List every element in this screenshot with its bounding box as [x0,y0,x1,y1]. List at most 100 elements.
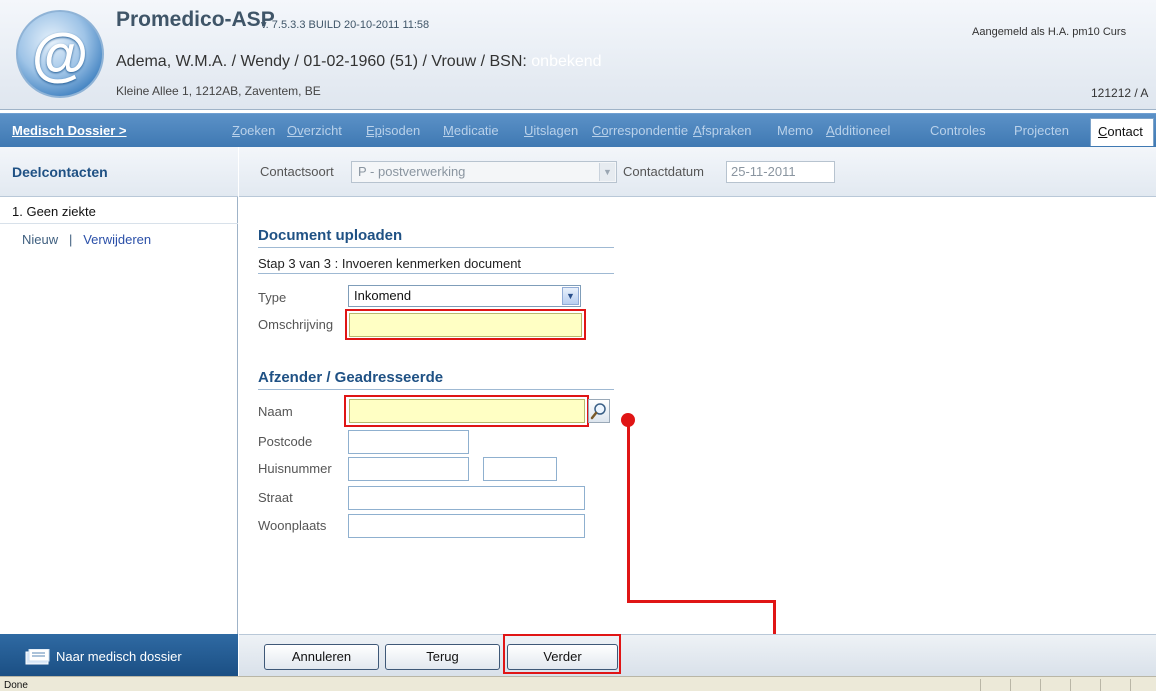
new-link[interactable]: Nieuw [22,232,58,247]
tab-contact-key: C [1098,124,1108,139]
app-version: v. 7.5.3.3 BUILD 20-10-2011 11:58 [261,19,430,31]
nav-medicatie[interactable]: Medicatie [443,123,499,138]
patient-address: Kleine Allee 1, 1212AB, Zaventem, BE [116,84,321,98]
nav-afspraken-label: fspraken [701,123,752,138]
section-divider [258,273,614,274]
status-separator [1100,679,1101,691]
step-indicator: Stap 3 van 3 : Invoeren kenmerken docume… [258,256,522,271]
naam-label: Naam [258,404,293,419]
huisnummer-toevoeging-input[interactable] [483,457,557,481]
left-panel-header: Deelcontacten [0,147,238,197]
nav-afspraken-key: A [693,123,702,138]
nav-zoeken-key: Z [232,123,240,138]
type-select[interactable]: Inkomend ▼ [348,285,581,307]
contactsoort-value: P - postverwerking [358,164,466,179]
huisnummer-label: Huisnummer [258,461,332,476]
app-title: Promedico-ASP [116,8,275,31]
search-icon [590,403,606,420]
left-actions: Nieuw | Verwijderen [22,232,151,247]
nav-uitslagen-label: itslagen [533,123,579,138]
patient-main: Adema, W.M.A. / Wendy / 01-02-1960 (51) … [116,53,532,70]
nav-overzicht-key: Ov [287,123,304,138]
chevron-down-icon: ▼ [599,163,615,181]
highlight-next [503,634,621,674]
nav-controles[interactable]: Controles [930,123,986,138]
naam-search-button[interactable] [588,399,610,423]
status-separator [980,679,981,691]
section-divider [258,389,614,390]
action-bar: Annuleren Terug Verder [239,634,1156,676]
back-button[interactable]: Terug [385,644,500,670]
tab-contact[interactable]: Contact [1090,118,1154,146]
main-navigation: Medisch Dossier > Zoeken Overzicht Episo… [0,113,1156,147]
straat-input[interactable] [348,486,585,510]
tab-contact-label: ontact [1107,124,1143,139]
omschrijving-label: Omschrijving [258,317,334,332]
section-document-uploaden: Document uploaden [258,227,403,244]
patient-code: 121212 / A [1091,86,1149,100]
logged-in-user: Aangemeld als H.A. pm10 Curs [972,26,1127,38]
nav-correspondentie-label: rrespondentie [608,123,689,138]
annotation-line [627,600,776,603]
woonplaats-label: Woonplaats [258,518,327,533]
nav-overzicht-label: erzicht [303,123,342,138]
nav-projecten[interactable]: Projecten [1014,123,1069,138]
delete-link[interactable]: Verwijderen [83,232,151,247]
contactdatum-field: 25-11-2011 [726,161,835,183]
nav-medicatie-key: M [443,123,454,138]
contactdatum-label: Contactdatum [623,164,704,179]
nav-episoden-label: isoden [381,123,421,138]
type-label: Type [258,290,287,305]
section-afzender: Afzender / Geadresseerde [258,369,444,386]
nav-main-label: Medisch Dossier > [12,123,127,138]
folder-icon [25,649,50,665]
deelcontact-item[interactable]: 1. Geen ziekte [0,198,238,224]
app-logo: @ [16,10,104,98]
nav-uitslagen[interactable]: Uitslagen [524,123,578,138]
nav-medicatie-label: edicatie [453,123,499,138]
nav-additioneel-label: dditioneel [834,123,891,138]
nav-controles-label: Controles [930,123,986,138]
nav-correspondentie-key: Co [592,123,609,138]
nav-projecten-label: Projecten [1014,123,1069,138]
huisnummer-input[interactable] [348,457,469,481]
nav-memo[interactable]: Memo [777,123,813,138]
woonplaats-input[interactable] [348,514,585,538]
status-separator [1040,679,1041,691]
nav-episoden[interactable]: Episoden [366,123,420,138]
cancel-button[interactable]: Annuleren [264,644,379,670]
highlight-omschrijving [345,309,586,340]
status-separator [1070,679,1071,691]
nav-correspondentie[interactable]: Correspondentie [592,123,688,138]
nav-zoeken-label: oeken [239,123,276,138]
nav-memo-label: Memo [777,123,814,138]
straat-label: Straat [258,490,293,505]
left-panel-title: Deelcontacten [12,164,108,180]
patient-bsn: onbekend [531,53,602,70]
contact-header-row: Contactsoort P - postverwerking ▼ Contac… [239,147,1156,197]
patient-info: Adema, W.M.A. / Wendy / 01-02-1960 (51) … [116,53,602,71]
nav-afspraken[interactable]: Afspraken [693,123,752,138]
section-divider [258,247,614,248]
browser-status-bar: Done [0,676,1156,691]
back-to-dossier-label: Naar medisch dossier [56,649,182,664]
app-header: @ Promedico-ASP v. 7.5.3.3 BUILD 20-10-2… [0,0,1156,110]
postcode-input[interactable] [348,430,469,454]
postcode-label: Postcode [258,434,313,449]
annotation-line [627,420,630,602]
status-text: Done [4,680,28,691]
left-panel: Deelcontacten 1. Geen ziekte Nieuw | Ver… [0,147,238,634]
nav-uitslagen-key: U [524,123,534,138]
nav-additioneel[interactable]: Additioneel [826,123,890,138]
back-to-dossier-button[interactable]: Naar medisch dossier [0,634,238,676]
nav-episoden-key: Ep [366,123,382,138]
actions-separator: | [68,232,73,247]
nav-overzicht[interactable]: Overzicht [287,123,342,138]
chevron-down-icon: ▼ [562,287,579,305]
nav-medisch-dossier[interactable]: Medisch Dossier > [12,123,127,138]
contactsoort-select: P - postverwerking ▼ [351,161,617,183]
nav-zoeken[interactable]: Zoeken [232,123,275,138]
at-logo-icon: @ [31,21,89,87]
highlight-naam [344,395,589,427]
nav-additioneel-key: A [826,123,835,138]
